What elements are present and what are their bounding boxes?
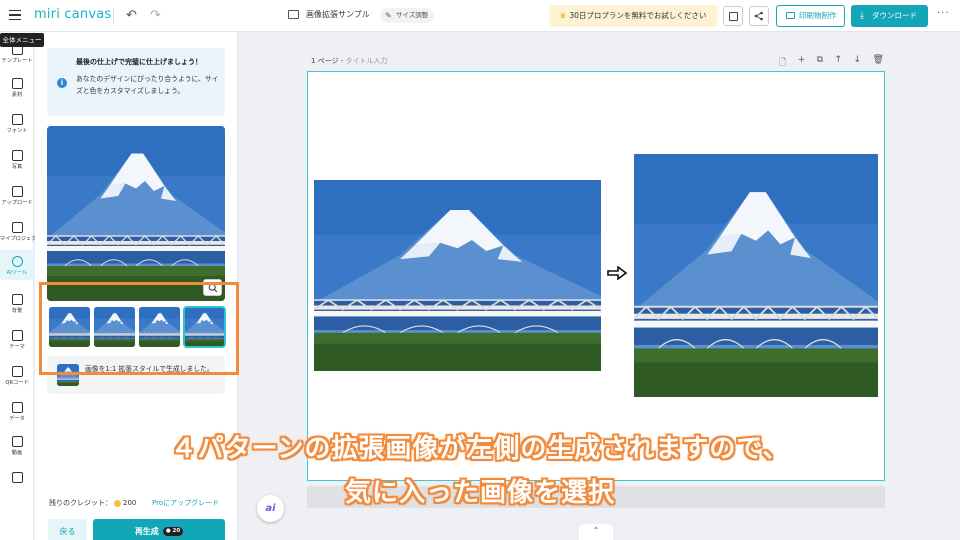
caption-line-2: 気に入った画像を選択	[344, 478, 615, 508]
chevron-up-icon[interactable]: ⌃	[579, 524, 613, 540]
theme-icon	[11, 330, 23, 341]
info-icon: i	[57, 78, 67, 88]
rail-item-8[interactable]: テーマ	[0, 330, 34, 350]
rail-item-label: 素材	[11, 92, 23, 98]
resize-button[interactable]: ✎ サイズ調整	[380, 8, 435, 23]
elements-icon	[11, 78, 23, 89]
pro-trial-button[interactable]: ♛ 30日プロプランを無料でお試しください	[549, 5, 717, 27]
undo-icon[interactable]: ↶	[126, 8, 137, 23]
rail-item-label: アップロード	[1, 200, 33, 206]
rail-item-2[interactable]: フォント	[0, 114, 34, 134]
pen-icon: ✎	[385, 11, 392, 20]
qr-icon	[11, 366, 23, 377]
arrow-right-icon	[607, 266, 628, 280]
rail-item-5[interactable]: マイプロジェクト	[0, 222, 42, 242]
crown-icon: ♛	[559, 11, 567, 20]
rail-item-label: テンプレート	[1, 58, 33, 64]
move-up-icon[interactable]: ↑	[835, 55, 843, 67]
ai-tool-icon	[11, 256, 23, 267]
document-title[interactable]: 画像拡張サンプル	[306, 9, 370, 20]
share-icon[interactable]	[749, 6, 769, 26]
rail-item-4[interactable]: アップロード	[0, 186, 34, 206]
app-logo[interactable]: miri canvas	[34, 7, 111, 22]
rail-item-label: QRコード	[5, 380, 29, 386]
rail-item-label: 背景	[11, 308, 23, 314]
rail-item-10[interactable]: データ	[0, 402, 34, 422]
rail-item-1[interactable]: 素材	[0, 78, 34, 98]
duplicate-page-icon[interactable]: ⧉	[817, 55, 823, 67]
cart-icon	[786, 12, 795, 19]
regenerate-cost: ● 20	[162, 527, 184, 536]
page-label: 1 ページ - タイトル入力	[311, 57, 388, 65]
page-toolbar: 🗋 + ⧉ ↑ ↓ 🗑	[779, 55, 884, 68]
caption-line-1: ４パターンの拡張画像が左側の生成されますので、	[170, 434, 790, 464]
print-label: 印刷物制作	[799, 11, 837, 20]
download-icon: ⤓	[860, 11, 864, 21]
page-title-input[interactable]: タイトル入力	[346, 57, 388, 65]
rail-item-0[interactable]: テンプレート	[0, 44, 34, 64]
rail-item-label: マイプロジェクト	[0, 236, 42, 242]
rail-item-6[interactable]: AIツール	[0, 250, 34, 280]
folder-icon[interactable]	[288, 10, 299, 19]
add-page-icon[interactable]: +	[798, 55, 806, 67]
data-icon	[11, 402, 23, 413]
redo-icon[interactable]: ↷	[150, 8, 161, 23]
download-label: ダウンロード	[872, 11, 917, 20]
text-icon	[11, 114, 23, 125]
upload-icon	[11, 186, 23, 197]
project-icon	[11, 222, 23, 233]
trial-label: 30日プロプランを無料でお試しください	[569, 11, 707, 20]
regenerate-button[interactable]: 再生成 ● 20	[93, 519, 225, 540]
rail-item-3[interactable]: 写真	[0, 150, 34, 170]
back-button[interactable]: 戻る	[48, 519, 87, 540]
print-button[interactable]: 印刷物制作	[776, 5, 845, 27]
info-box: 最後の仕上げで完璧に仕上げましょう！ i あなたのデザインにぴったり合うように、…	[47, 48, 225, 116]
move-down-icon[interactable]: ↓	[854, 55, 862, 67]
delete-page-icon[interactable]: 🗑	[873, 55, 884, 67]
header-divider	[113, 8, 114, 24]
new-page-icon[interactable]: 🗋	[779, 55, 786, 68]
rail-item-label: データ	[9, 416, 25, 422]
info-body: あなたのデザインにぴったり合うように、サイズと色をカスタマイズしましょう。	[76, 75, 219, 95]
rail-item-label: AIツール	[6, 270, 28, 276]
rail-item-label: テーマ	[9, 344, 25, 350]
original-image[interactable]	[314, 180, 601, 371]
highlight-box	[39, 282, 239, 375]
rail-item-9[interactable]: QRコード	[0, 366, 34, 386]
more-icon[interactable]: ···	[937, 8, 950, 19]
save-icon[interactable]	[723, 6, 743, 26]
rail-item-label: フォント	[6, 128, 28, 134]
rail-item-7[interactable]: 背景	[0, 294, 34, 314]
download-button[interactable]: ⤓ ダウンロード	[851, 5, 928, 27]
info-title: 最後の仕上げで完璧に仕上げましょう！	[76, 58, 202, 66]
menu-tooltip: 全体メニュー	[0, 33, 44, 47]
photo-icon	[11, 150, 23, 161]
expanded-image[interactable]	[634, 154, 878, 397]
background-icon	[11, 294, 23, 305]
hamburger-menu-icon[interactable]	[4, 4, 26, 26]
regenerate-label: 再生成	[134, 527, 159, 536]
resize-label: サイズ調整	[396, 11, 429, 19]
top-header: miri canvas ↶ ↷ 画像拡張サンプル ✎ サイズ調整 ♛ 30日プロプラ…	[0, 0, 960, 32]
preview-image	[47, 126, 225, 301]
rail-item-label: 写真	[11, 164, 23, 170]
